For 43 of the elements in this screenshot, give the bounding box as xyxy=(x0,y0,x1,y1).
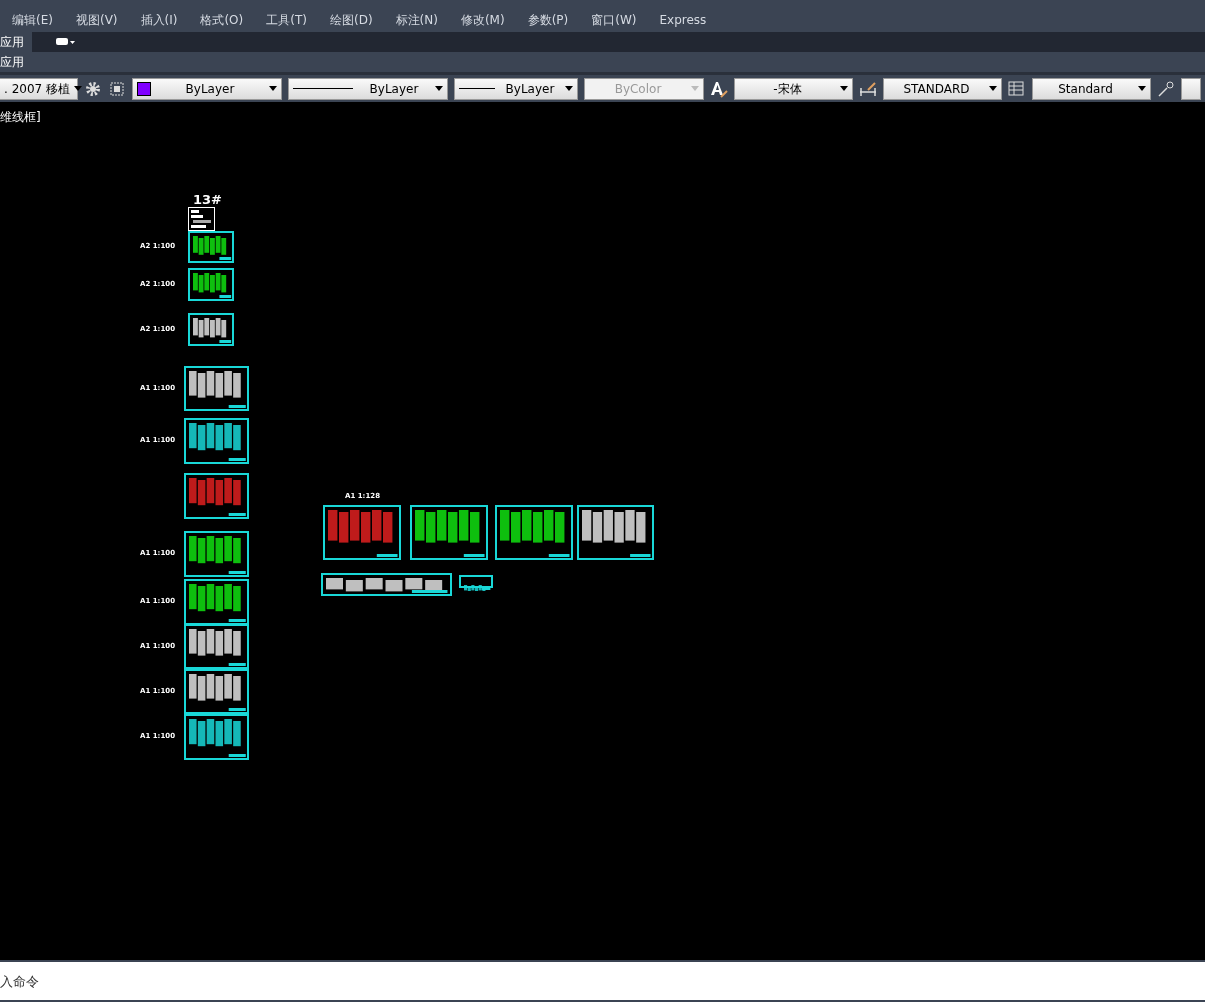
line-sample xyxy=(293,88,353,89)
table-style-icon[interactable] xyxy=(1008,79,1026,98)
dropdown[interactable]: ByLayer xyxy=(288,77,448,100)
ribbon-tab[interactable]: 应用 xyxy=(0,32,32,52)
dropdown[interactable]: STANDARD xyxy=(883,77,1002,100)
dropdown[interactable]: -宋体 xyxy=(734,77,853,100)
menu-item[interactable]: 工具(T) xyxy=(266,8,318,32)
menu-item[interactable]: 绘图(D) xyxy=(329,8,384,32)
dropdown[interactable] xyxy=(1181,77,1201,100)
text-style-icon[interactable] xyxy=(710,79,728,98)
drawing-sheet xyxy=(184,473,249,519)
drawing-sheet xyxy=(184,669,249,714)
drawing-sheet xyxy=(184,366,249,411)
drawing-sheet xyxy=(188,231,234,263)
maximize-icon[interactable] xyxy=(108,79,126,98)
panel-label: 应用 xyxy=(0,54,25,71)
viewport-label[interactable]: 维线框] xyxy=(0,108,41,126)
menu-item[interactable]: 格式(O) xyxy=(200,8,255,32)
menu-item[interactable]: 窗口(W) xyxy=(591,8,648,32)
drawing-sheet xyxy=(184,714,249,760)
menu-item[interactable]: 修改(M) xyxy=(460,8,516,32)
line-sample xyxy=(459,88,495,89)
drawing-sheet xyxy=(459,575,493,588)
multileader-icon[interactable] xyxy=(1157,79,1175,98)
gear-icon[interactable] xyxy=(84,79,102,98)
dropdown[interactable]: ByLayer xyxy=(454,77,578,100)
menu-item[interactable]: 参数(P) xyxy=(527,8,580,32)
drawing-sheet xyxy=(184,531,249,577)
drawing-sheet xyxy=(184,624,249,669)
group-title: 13# xyxy=(193,191,222,209)
drawing-sheet xyxy=(184,579,249,625)
menu-item[interactable]: 编辑(E) xyxy=(12,8,64,32)
menu-item[interactable]: Express xyxy=(659,8,718,32)
dimension-style-icon[interactable] xyxy=(859,79,877,98)
title-block-drawing xyxy=(188,207,215,231)
dropdown[interactable]: Standard xyxy=(1032,77,1151,100)
drawing-sheet xyxy=(188,313,234,346)
menu-item[interactable]: 视图(V) xyxy=(75,8,129,32)
dropdown[interactable]: ByLayer xyxy=(132,77,282,100)
drawing-sheet xyxy=(188,268,234,301)
menu-item[interactable]: 标注(N) xyxy=(395,8,449,32)
menu-item[interactable]: 插入(I) xyxy=(140,8,189,32)
drawing-sheet xyxy=(184,418,249,464)
